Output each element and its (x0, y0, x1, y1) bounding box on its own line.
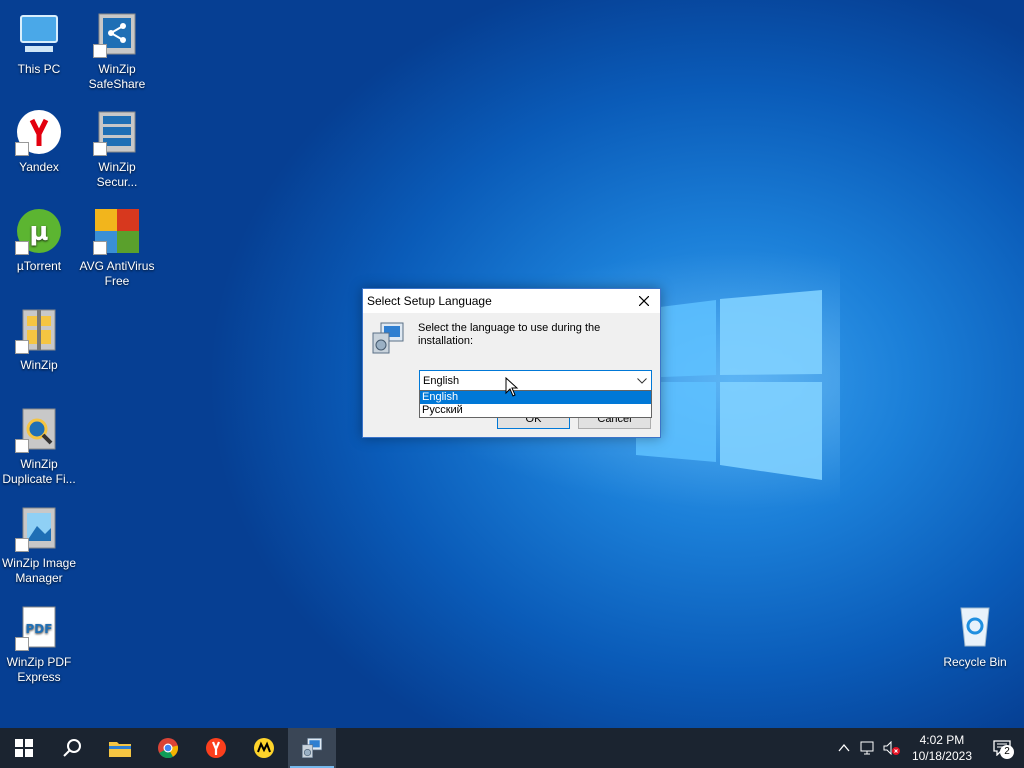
setup-language-dialog: Select Setup Language Select the languag… (362, 288, 661, 438)
taskbar-setup-installer[interactable] (288, 728, 336, 768)
yandex-market-icon (254, 738, 274, 758)
desktop-icon-label: Yandex (19, 160, 59, 174)
desktop-icon-recycle-bin[interactable]: Recycle Bin (940, 600, 1010, 669)
language-option-english[interactable]: English (420, 391, 651, 404)
chrome-icon (158, 738, 179, 759)
yandex-icon (206, 738, 226, 758)
language-dropdown-list: English Русский (419, 390, 652, 418)
desktop-icon-label: AVG AntiVirus Free (79, 259, 155, 288)
taskbar-yandex-market[interactable] (240, 728, 288, 768)
desktop-icon-label: WinZip Secur... (96, 160, 138, 189)
taskbar: 4:02 PM 10/18/2023 2 (0, 728, 1024, 768)
desktop-icon-label: µTorrent (16, 259, 62, 273)
taskbar-file-explorer[interactable] (96, 728, 144, 768)
notification-count-badge: 2 (1000, 745, 1014, 759)
taskbar-chrome[interactable] (144, 728, 192, 768)
setup-installer-icon (372, 322, 404, 354)
close-icon (639, 296, 649, 306)
dialog-title: Select Setup Language (367, 294, 492, 308)
windows-logo-wallpaper (636, 290, 822, 480)
chevron-up-icon (838, 744, 850, 752)
shortcut-arrow-icon (15, 340, 29, 354)
clock-date: 10/18/2023 (911, 749, 972, 763)
file-explorer-icon (109, 742, 131, 757)
shortcut-arrow-icon (93, 142, 107, 156)
desktop-icon-yandex[interactable]: Yandex (0, 108, 78, 175)
volume-button[interactable] (880, 728, 904, 768)
chevron-down-icon[interactable] (633, 377, 651, 384)
volume-muted-icon (883, 741, 900, 755)
shortcut-arrow-icon (93, 241, 107, 255)
desktop-icon-label: WinZip Duplicate Fi... (2, 457, 76, 486)
taskbar-yandex[interactable] (192, 728, 240, 768)
shortcut-arrow-icon (15, 637, 29, 651)
language-selected-value: English (423, 374, 460, 387)
network-button[interactable] (856, 728, 880, 768)
desktop-icon-label: WinZip PDF Express (6, 655, 72, 684)
desktop-icon-this-pc[interactable]: This PC (0, 10, 78, 77)
svg-text:µ: µ (29, 217, 48, 247)
desktop-icon-label: WinZip Image Manager (1, 556, 77, 585)
network-icon (860, 741, 874, 755)
desktop-icon-winzip-safeshare[interactable]: WinZip SafeShare (78, 10, 156, 92)
action-center-button[interactable]: 2 (980, 728, 1024, 768)
desktop-icon-label: This PC (17, 62, 61, 76)
close-button[interactable] (628, 289, 660, 313)
taskbar-clock[interactable]: 4:02 PM 10/18/2023 (904, 732, 980, 764)
system-tray: 4:02 PM 10/18/2023 2 (832, 728, 1024, 768)
dialog-titlebar[interactable]: Select Setup Language (363, 289, 660, 313)
desktop-icon-winzip-duplicate[interactable]: WinZip Duplicate Fi... (0, 405, 78, 487)
desktop-icon-winzip-secure[interactable]: WinZip Secur... (78, 108, 156, 190)
desktop-icon-utorrent[interactable]: µ µTorrent (0, 207, 78, 274)
search-button[interactable] (48, 728, 96, 768)
dialog-prompt: Select the language to use during the in… (418, 322, 601, 347)
start-button[interactable] (0, 728, 48, 768)
shortcut-arrow-icon (15, 142, 29, 156)
shortcut-arrow-icon (15, 538, 29, 552)
language-option-russian[interactable]: Русский (420, 404, 651, 417)
language-combobox[interactable]: English (419, 370, 652, 391)
clock-time: 4:02 PM (919, 733, 965, 747)
shortcut-arrow-icon (93, 44, 107, 58)
start-icon (15, 739, 33, 757)
mouse-cursor-icon (505, 377, 519, 397)
recycle-bin-icon (960, 607, 990, 647)
desktop-icon-label: WinZip (20, 358, 58, 372)
desktop-icon-label: WinZip SafeShare (88, 62, 146, 91)
show-hidden-icons-button[interactable] (832, 728, 856, 768)
desktop-icon-label: Recycle Bin (943, 655, 1007, 669)
computer-icon (20, 15, 58, 52)
setup-installer-icon (301, 737, 323, 759)
desktop-icon-avg[interactable]: AVG AntiVirus Free (78, 207, 156, 289)
shortcut-arrow-icon (15, 241, 29, 255)
shortcut-arrow-icon (15, 439, 29, 453)
desktop-icon-winzip-pdf-express[interactable]: PDF WinZip PDF Express (0, 603, 78, 685)
search-icon (63, 739, 81, 757)
svg-text:PDF: PDF (26, 622, 53, 636)
desktop-icon-winzip[interactable]: WinZip (0, 306, 78, 373)
desktop-icon-winzip-image-manager[interactable]: WinZip Image Manager (0, 504, 78, 586)
